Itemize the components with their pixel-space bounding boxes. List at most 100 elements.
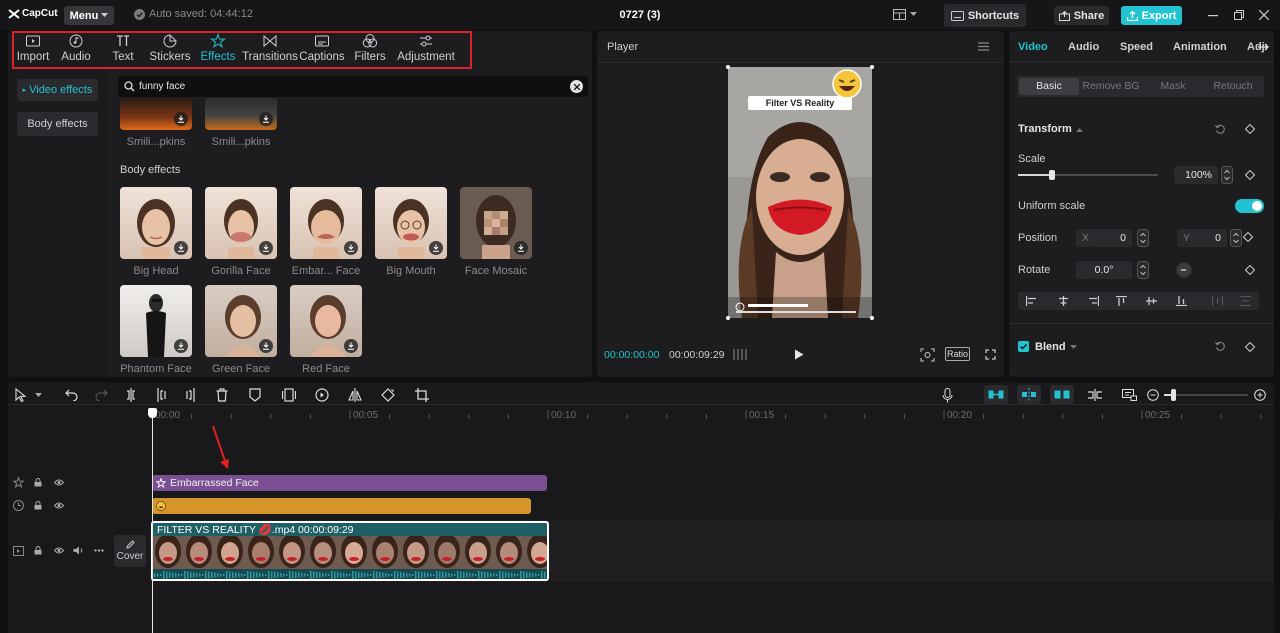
scale-slider-handle[interactable] — [1048, 170, 1055, 180]
subtab-remove-bg[interactable]: Remove BG — [1079, 80, 1143, 92]
tab-adjustment[interactable]: Adjustment — [394, 33, 458, 67]
download-icon[interactable] — [174, 241, 188, 255]
tab-audio[interactable]: Audio — [52, 33, 100, 67]
rotate-dial-icon[interactable] — [1176, 262, 1192, 278]
eye-icon[interactable] — [54, 547, 64, 554]
eye-icon[interactable] — [54, 479, 64, 486]
tab-captions[interactable]: Captions — [298, 33, 346, 67]
scale-slider[interactable] — [1018, 170, 1158, 180]
more-options-icon[interactable] — [94, 549, 104, 552]
layout-icon[interactable] — [893, 9, 906, 20]
tab-speed[interactable]: Speed — [1120, 41, 1153, 53]
main-track-magnet-button[interactable] — [984, 385, 1008, 404]
uniform-scale-toggle[interactable] — [1235, 199, 1264, 213]
effect-tile-red-face[interactable] — [290, 285, 362, 357]
stepper-icon[interactable] — [1230, 229, 1242, 247]
video-clip[interactable]: FILTER VS REALITY 💋.mp4 00:00:09:29 — [151, 521, 549, 581]
effect-clip[interactable]: Embarrassed Face — [152, 475, 547, 491]
subtab-retouch[interactable]: Retouch — [1203, 80, 1263, 92]
volume-icon[interactable] — [73, 546, 84, 555]
effect-thumbnail[interactable] — [205, 98, 277, 130]
split-left-icon[interactable] — [155, 388, 167, 402]
keyframe-icon[interactable] — [1245, 170, 1255, 180]
shortcuts-button[interactable]: Shortcuts — [944, 4, 1026, 27]
microphone-icon[interactable] — [942, 388, 953, 403]
caption-track-icon[interactable] — [1122, 389, 1137, 401]
download-icon[interactable] — [174, 112, 188, 126]
cover-button[interactable]: Cover — [114, 535, 146, 567]
mirror-icon[interactable] — [348, 388, 362, 402]
effect-tile-big-mouth[interactable] — [375, 187, 447, 259]
playhead[interactable] — [152, 410, 153, 633]
linkage-button[interactable] — [1050, 385, 1074, 404]
download-icon[interactable] — [259, 241, 273, 255]
playhead-handle[interactable] — [148, 408, 157, 418]
split-icon[interactable] — [125, 388, 137, 402]
align-right-icon[interactable] — [1088, 296, 1099, 306]
preview-axis-icon[interactable] — [1087, 389, 1103, 401]
zoom-in-icon[interactable] — [1254, 389, 1266, 401]
minimize-icon[interactable] — [1208, 15, 1218, 17]
marker-icon[interactable] — [249, 388, 261, 402]
close-icon[interactable] — [1259, 10, 1269, 20]
nav-body-effects[interactable]: Body effects — [17, 112, 98, 136]
effect-tile-face-mosaic[interactable] — [460, 187, 532, 259]
stepper-icon[interactable] — [1221, 166, 1233, 184]
tab-effects[interactable]: Effects — [194, 33, 242, 67]
zoom-out-icon[interactable] — [1147, 389, 1159, 401]
tab-import[interactable]: Import — [14, 33, 52, 67]
stepper-icon[interactable] — [1137, 261, 1149, 279]
delete-icon[interactable] — [216, 388, 228, 402]
auto-snap-button[interactable] — [1017, 385, 1041, 404]
download-icon[interactable] — [514, 241, 528, 255]
align-center-h-icon[interactable] — [1058, 296, 1069, 306]
reset-icon[interactable] — [1215, 124, 1226, 135]
effect-tile-big-head[interactable] — [120, 187, 192, 259]
align-top-icon[interactable] — [1116, 296, 1127, 306]
position-y-input[interactable]: Y 0 — [1177, 229, 1227, 247]
clear-search-button[interactable] — [570, 80, 583, 93]
lock-icon[interactable] — [34, 478, 42, 487]
download-icon[interactable] — [344, 339, 358, 353]
timecode-grid-icon[interactable] — [733, 348, 750, 361]
zoom-slider-handle[interactable] — [1171, 389, 1176, 401]
video-preview[interactable]: Filter VS Reality — [728, 67, 872, 318]
download-icon[interactable] — [259, 112, 273, 126]
tab-audio[interactable]: Audio — [1068, 41, 1099, 53]
effect-tile-phantom-face[interactable] — [120, 285, 192, 357]
tab-animation[interactable]: Animation — [1173, 41, 1227, 53]
lock-icon[interactable] — [34, 546, 42, 555]
keyframe-icon[interactable] — [1245, 265, 1255, 275]
resize-handle[interactable] — [726, 316, 730, 320]
effect-thumbnail[interactable] — [120, 98, 192, 130]
keyframe-icon[interactable] — [1245, 124, 1255, 134]
export-button[interactable]: Export — [1121, 6, 1182, 25]
layout-chevron-icon[interactable] — [910, 12, 917, 17]
align-bottom-icon[interactable] — [1176, 296, 1187, 306]
lock-icon[interactable] — [34, 501, 42, 510]
fullscreen-icon[interactable] — [985, 349, 996, 360]
nav-video-effects[interactable]: ▸ Video effects — [17, 79, 98, 101]
stepper-icon[interactable] — [1137, 229, 1149, 247]
transform-section[interactable]: Transform — [1018, 123, 1083, 135]
split-right-icon[interactable] — [185, 388, 197, 402]
scale-input[interactable]: 100% — [1174, 166, 1218, 184]
undo-icon[interactable] — [65, 388, 78, 401]
position-x-input[interactable]: X 0 — [1076, 229, 1132, 247]
eye-icon[interactable] — [54, 502, 64, 509]
sticker-clip[interactable] — [152, 498, 531, 514]
time-ruler[interactable] — [150, 407, 1274, 423]
crop-icon[interactable] — [415, 388, 429, 402]
rotate-icon[interactable] — [381, 388, 395, 402]
share-button[interactable]: Share — [1054, 6, 1109, 25]
freeze-frame-icon[interactable] — [282, 388, 296, 402]
ratio-button[interactable]: Ratio — [945, 347, 970, 361]
restore-icon[interactable] — [1234, 10, 1244, 20]
blend-section[interactable]: Blend — [1035, 341, 1077, 353]
tab-text[interactable]: Text — [100, 33, 146, 67]
search-bar[interactable]: funny face — [118, 76, 588, 97]
reverse-icon[interactable] — [315, 388, 329, 402]
more-tabs-icon[interactable] — [1257, 41, 1269, 53]
select-cursor-icon[interactable] — [15, 388, 27, 402]
resize-handle[interactable] — [870, 65, 874, 69]
